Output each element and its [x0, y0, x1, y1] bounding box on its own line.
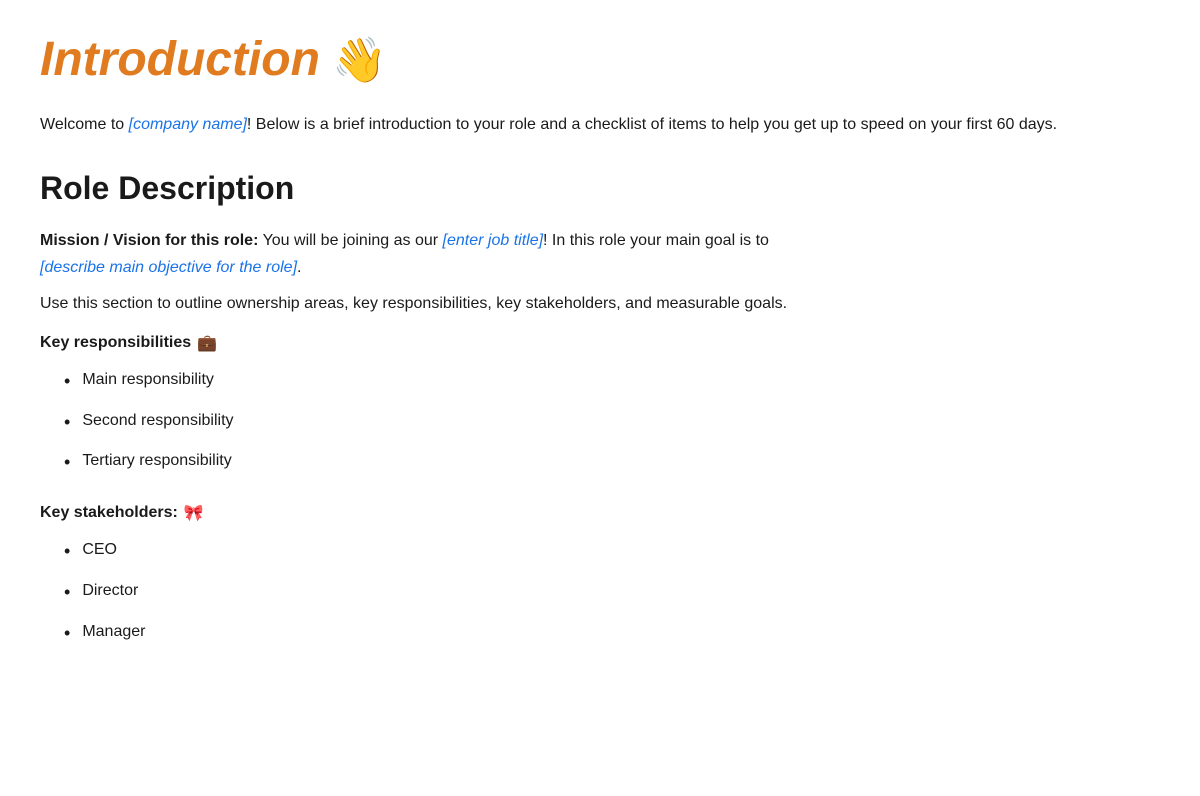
list-item: Main responsibility: [40, 361, 1160, 402]
wave-emoji: 👋: [332, 34, 387, 86]
intro-text-after-link: ! Below is a brief introduction to your …: [247, 116, 1057, 133]
key-stakeholders-heading: Key stakeholders: 🎀: [40, 503, 1160, 523]
mission-text-after-link: ! In this role your main goal is to: [543, 232, 769, 249]
key-stakeholders-emoji: 🎀: [184, 503, 204, 523]
key-stakeholders-label: Key stakeholders:: [40, 504, 178, 522]
mission-label: Mission / Vision for this role:: [40, 232, 258, 249]
page-title-text: Introduction: [40, 32, 320, 87]
key-responsibilities-heading: Key responsibilities 💼: [40, 333, 1160, 353]
stakeholders-list: CEODirectorManager: [40, 531, 1160, 653]
mission-paragraph: Mission / Vision for this role: You will…: [40, 227, 1160, 281]
use-section-text: Use this section to outline ownership ar…: [40, 290, 1160, 317]
company-name-link: [company name]: [129, 116, 247, 133]
intro-paragraph: Welcome to [company name]! Below is a br…: [40, 111, 1160, 138]
page-title: Introduction 👋: [40, 32, 1160, 87]
key-responsibilities-label: Key responsibilities: [40, 334, 191, 352]
list-item: Manager: [40, 613, 1160, 654]
list-item: Second responsibility: [40, 402, 1160, 443]
list-item: Director: [40, 572, 1160, 613]
role-description-heading: Role Description: [40, 170, 1160, 207]
mission-objective-end: .: [297, 259, 301, 276]
intro-text-before-link: Welcome to: [40, 116, 129, 133]
job-title-link: [enter job title]: [443, 232, 544, 249]
mission-text-before-link: You will be joining as our: [258, 232, 442, 249]
key-responsibilities-emoji: 💼: [197, 333, 217, 353]
responsibilities-list: Main responsibilitySecond responsibility…: [40, 361, 1160, 483]
mission-objective-link: [describe main objective for the role]: [40, 259, 297, 276]
list-item: Tertiary responsibility: [40, 442, 1160, 483]
list-item: CEO: [40, 531, 1160, 572]
